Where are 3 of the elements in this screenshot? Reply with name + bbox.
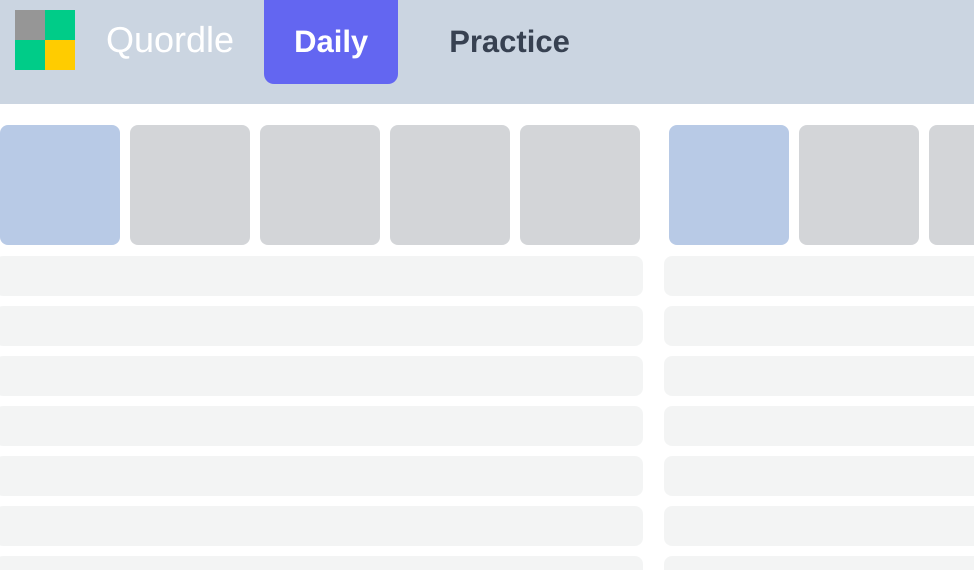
nav-tab[interactable]: Practice: [419, 0, 600, 84]
nav-tab[interactable]: Daily: [264, 0, 398, 84]
logo-icon: [15, 10, 75, 70]
